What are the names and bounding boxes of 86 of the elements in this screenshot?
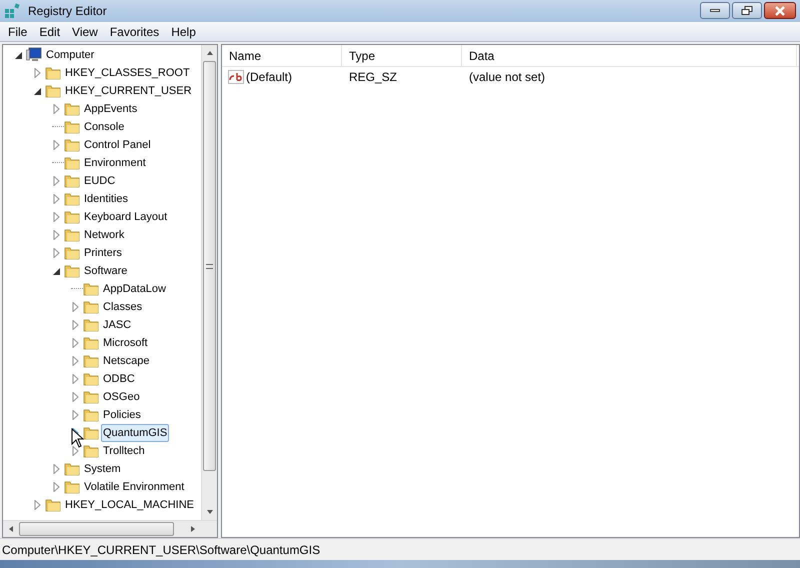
menu-item[interactable]: View [66, 22, 104, 40]
collapse-arrow-icon[interactable] [33, 86, 42, 96]
folder-icon [64, 227, 80, 243]
tree-item[interactable]: System [82, 460, 123, 478]
folder-icon [64, 479, 80, 495]
tree-item[interactable]: Printers [82, 244, 124, 262]
column-header[interactable]: Name [222, 45, 342, 66]
folder-icon [64, 461, 80, 477]
folder-icon [45, 497, 61, 513]
column-header[interactable]: Type [342, 45, 462, 66]
tree-item[interactable]: Keyboard Layout [82, 208, 170, 226]
menu-item[interactable]: Favorites [104, 22, 166, 40]
folder-icon [64, 173, 80, 189]
tree-item[interactable]: Environment [82, 154, 148, 172]
scroll-thumb[interactable] [203, 61, 216, 471]
tree-item[interactable]: Microsoft [101, 334, 150, 352]
tree-item[interactable]: QuantumGIS [101, 424, 170, 442]
folder-icon [83, 317, 99, 333]
scroll-thumb[interactable] [19, 522, 174, 536]
folder-icon [83, 299, 99, 315]
folder-icon [64, 101, 80, 117]
minimize-icon [710, 9, 720, 12]
restore-icon [741, 6, 753, 16]
scroll-down-icon[interactable] [206, 508, 214, 516]
scroll-right-icon[interactable] [189, 525, 197, 533]
menu-item[interactable]: Help [165, 22, 202, 40]
scroll-left-icon[interactable] [7, 525, 15, 533]
tree-item[interactable]: Trolltech [101, 442, 147, 460]
expand-arrow-icon[interactable] [71, 446, 80, 456]
folder-icon [64, 191, 80, 207]
vertical-scrollbar[interactable] [201, 45, 217, 520]
tree-item[interactable]: Console [82, 118, 126, 136]
folder-icon [64, 137, 80, 153]
restore-button[interactable] [732, 2, 762, 19]
folder-icon [83, 335, 99, 351]
menu-item[interactable]: File [2, 22, 34, 40]
tree-item[interactable]: Classes [101, 298, 144, 316]
folder-icon [64, 245, 80, 261]
folder-icon [83, 353, 99, 369]
string-value-icon [228, 70, 244, 84]
tree-item[interactable]: Policies [101, 406, 143, 424]
mouse-cursor-icon [71, 428, 84, 448]
horizontal-scrollbar[interactable] [3, 520, 217, 537]
tree-item[interactable]: Netscape [101, 352, 152, 370]
window-title: Registry Editor [28, 3, 107, 20]
folder-icon [83, 425, 99, 441]
collapse-arrow-icon[interactable] [14, 50, 23, 60]
folder-icon [83, 281, 99, 297]
tree-item[interactable]: EUDC [82, 172, 118, 190]
tree-item[interactable]: Computer [44, 46, 96, 64]
folder-icon [64, 209, 80, 225]
tree-item[interactable]: Identities [82, 190, 130, 208]
tree-item[interactable]: ODBC [101, 370, 137, 388]
folder-icon [83, 407, 99, 423]
registry-icon [4, 3, 20, 19]
column-header[interactable]: Data [462, 45, 797, 66]
folder-icon [83, 371, 99, 387]
close-icon [774, 6, 786, 16]
tree-item[interactable]: OSGeo [101, 388, 142, 406]
tree-item[interactable]: HKEY_CURRENT_USER [63, 82, 194, 100]
tree-item[interactable]: Network [82, 226, 126, 244]
minimize-button[interactable] [700, 2, 730, 19]
tree-item[interactable]: Software [82, 262, 130, 280]
folder-icon [45, 65, 61, 81]
tree-item[interactable]: AppEvents [82, 100, 140, 118]
tree-item[interactable]: Volatile Environment [82, 478, 186, 496]
scroll-up-icon[interactable] [206, 49, 214, 57]
table-cell-text: (value not set) [468, 69, 546, 86]
menu-item[interactable]: Edit [33, 22, 66, 40]
folder-icon [64, 263, 80, 279]
folder-icon [64, 155, 80, 171]
table-cell-text: (Default) [246, 69, 292, 86]
tree-item[interactable]: JASC [101, 316, 134, 334]
table-cell-text: REG_SZ [348, 69, 398, 86]
close-button[interactable] [764, 2, 796, 19]
tree-item[interactable]: HKEY_CLASSES_ROOT [63, 64, 192, 82]
folder-icon [83, 389, 99, 405]
tree-item[interactable]: Control Panel [82, 136, 153, 154]
folder-icon [45, 83, 61, 99]
tree-item[interactable]: HKEY_LOCAL_MACHINE [63, 496, 196, 514]
status-text: Computer\HKEY_CURRENT_USER\Software\QuantumGIS [2, 542, 320, 558]
folder-icon [83, 443, 99, 459]
computer-icon [26, 47, 42, 63]
collapse-arrow-icon[interactable] [52, 266, 61, 276]
folder-icon [64, 119, 80, 135]
tree-item[interactable]: AppDataLow [101, 280, 168, 298]
